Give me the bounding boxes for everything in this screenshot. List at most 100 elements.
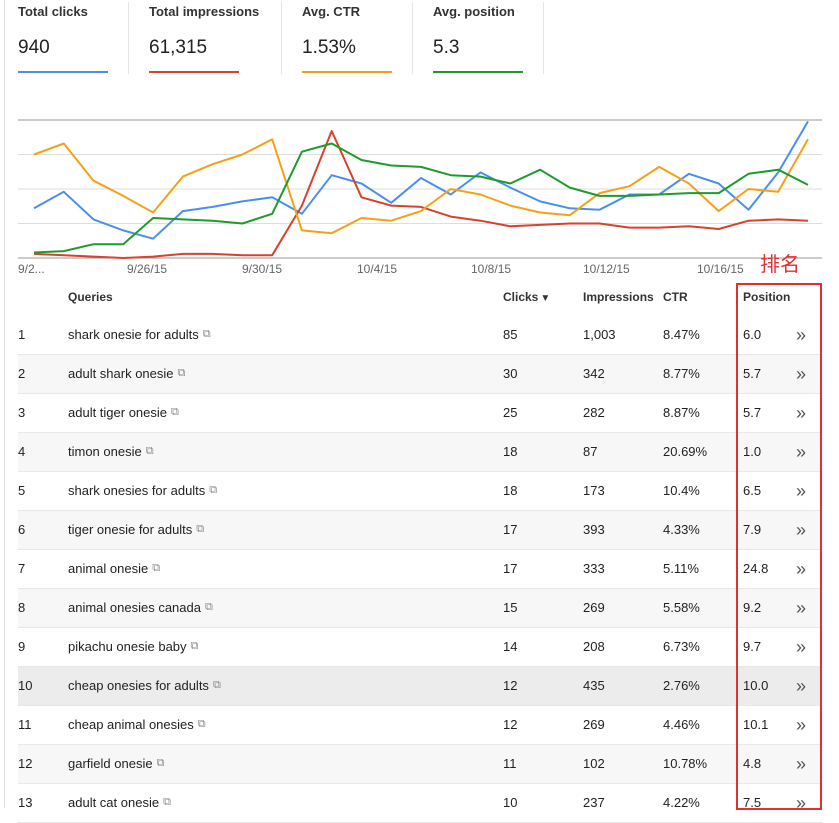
query-link-text: pikachu onesie baby: [68, 639, 187, 654]
query-link-text: cheap animal onesies: [68, 717, 194, 732]
impressions-value-text: 173: [583, 483, 605, 498]
clicks-value-text: 18: [503, 483, 518, 498]
query-link[interactable]: cheap animal onesies ⧉: [68, 717, 206, 732]
clicks-value-text: 18: [503, 444, 518, 459]
column-header-impressions[interactable]: Impressions: [583, 290, 654, 304]
query-link[interactable]: animal onesies canada ⧉: [68, 600, 213, 615]
clicks-value: 17: [503, 561, 517, 576]
table-row[interactable]: 13 adult cat onesie ⧉ 10 237 4.22% 7.5»: [18, 784, 822, 823]
metric-value: 61,315: [149, 37, 208, 58]
impressions-value-text: 87: [583, 444, 598, 459]
query-link[interactable]: timon onesie ⧉: [68, 444, 154, 459]
query-link[interactable]: adult tiger onesie ⧉: [68, 405, 179, 420]
annotation-highlight-box: [736, 283, 822, 810]
impressions-value-text: 1,003: [583, 327, 616, 342]
x-tick-label: 9/2...: [18, 262, 45, 276]
impressions-value-text: 333: [583, 561, 605, 576]
ctr-value: 20.69%: [663, 444, 707, 459]
query-link[interactable]: tiger onesie for adults ⧉: [68, 522, 204, 537]
row-number-text: 4: [18, 444, 26, 459]
metric-label: Total clicks: [18, 4, 88, 19]
external-link-icon[interactable]: ⧉: [213, 679, 221, 692]
table-row[interactable]: 11 cheap animal onesies ⧉ 12 269 4.46% 10.1»: [18, 706, 822, 745]
clicks-value: 30: [503, 366, 517, 381]
table-row[interactable]: 7 animal onesie ⧉ 17 333 5.11% 24.8»: [18, 550, 822, 589]
clicks-value: 14: [503, 639, 517, 654]
clicks-value: 11: [503, 756, 517, 771]
external-link-icon[interactable]: ⧉: [146, 445, 154, 458]
table-row[interactable]: 5 shark onesies for adults ⧉ 18 173 10.4% 6.5»: [18, 472, 822, 511]
column-header-queries[interactable]: Queries: [68, 290, 113, 304]
query-link-text: garfield onesie: [68, 756, 153, 771]
table-row[interactable]: 3 adult tiger onesie ⧉ 25 282 8.87% 5.7»: [18, 394, 822, 433]
metric-value: 1.53%: [302, 37, 356, 58]
ctr-value-text: 4.46%: [663, 717, 700, 732]
external-link-icon[interactable]: ⧉: [203, 328, 211, 341]
row-number: 9: [18, 639, 25, 654]
query-link[interactable]: adult shark onesie ⧉: [68, 366, 185, 381]
external-link-icon[interactable]: ⧉: [171, 406, 179, 419]
x-tick-label: 10/12/15: [583, 262, 630, 276]
metric-avg-position[interactable]: Avg. position 5.3: [433, 0, 523, 74]
external-link-icon[interactable]: ⧉: [198, 718, 206, 731]
metric-value: 940: [18, 37, 50, 58]
row-number-text: 6: [18, 522, 26, 537]
row-number-text: 1: [18, 327, 26, 342]
performance-chart: 9/2... 9/26/15 9/30/15 10/4/15 10/8/15 1…: [0, 112, 839, 280]
metric-label: Total impressions: [149, 4, 260, 19]
impressions-value-text: 102: [583, 756, 605, 771]
external-link-icon[interactable]: ⧉: [205, 601, 213, 614]
table-row[interactable]: 9 pikachu onesie baby ⧉ 14 208 6.73% 9.7»: [18, 628, 822, 667]
query-link[interactable]: shark onesies for adults ⧉: [68, 483, 217, 498]
query-link-text: adult tiger onesie: [68, 405, 168, 420]
impressions-value-text: 342: [583, 366, 605, 381]
impressions-value: 269: [583, 600, 605, 615]
metric-total-clicks[interactable]: Total clicks 940: [18, 0, 108, 74]
query-link[interactable]: garfield onesie ⧉: [68, 756, 164, 771]
clicks-value: 12: [503, 717, 517, 732]
impressions-value: 87: [583, 444, 597, 459]
external-link-icon[interactable]: ⧉: [209, 484, 217, 497]
row-number: 12: [18, 756, 32, 771]
row-number: 11: [18, 717, 32, 732]
impressions-value: 1,003: [583, 327, 616, 342]
external-link-icon[interactable]: ⧉: [196, 523, 204, 536]
row-number-text: 10: [18, 678, 33, 693]
table-row[interactable]: 6 tiger onesie for adults ⧉ 17 393 4.33% 7.9»: [18, 511, 822, 550]
ctr-value-text: 8.77%: [663, 366, 700, 381]
query-link-text: shark onesies for adults: [68, 483, 206, 498]
ctr-value: 5.58%: [663, 600, 700, 615]
external-link-icon[interactable]: ⧉: [152, 562, 160, 575]
ctr-value: 10.78%: [663, 756, 707, 771]
query-link[interactable]: animal onesie ⧉: [68, 561, 160, 576]
query-link[interactable]: shark onesie for adults ⧉: [68, 327, 211, 342]
series-line-avg-position: [33, 142, 809, 254]
annotation-label: 排名: [760, 252, 800, 276]
table-row[interactable]: 10 cheap onesies for adults ⧉ 12 435 2.76% 10.…: [18, 667, 822, 706]
column-header-ctr[interactable]: CTR: [663, 290, 688, 304]
table-row[interactable]: 8 animal onesies canada ⧉ 15 269 5.58% 9.2»: [18, 589, 822, 628]
metric-avg-ctr[interactable]: Avg. CTR 1.53%: [302, 0, 392, 74]
row-number-text: 2: [18, 366, 26, 381]
impressions-value-text: 208: [583, 639, 605, 654]
table-row[interactable]: 4 timon onesie ⧉ 18 87 20.69% 1.0»: [18, 433, 822, 472]
ctr-value: 5.11%: [663, 561, 699, 576]
table-row[interactable]: 12 garfield onesie ⧉ 11 102 10.78% 4.8»: [18, 745, 822, 784]
x-tick-label: 9/26/15: [127, 262, 168, 276]
ctr-value: 8.77%: [663, 366, 700, 381]
query-link[interactable]: cheap onesies for adults ⧉: [68, 678, 221, 693]
external-link-icon[interactable]: ⧉: [191, 640, 199, 653]
table-row[interactable]: 2 adult shark onesie ⧉ 30 342 8.77% 5.7»: [18, 355, 822, 394]
x-tick-label: 10/16/15: [697, 262, 744, 276]
metric-color-line: [302, 71, 392, 73]
external-link-icon[interactable]: ⧉: [157, 757, 165, 770]
row-number: 3: [18, 405, 25, 420]
metric-total-impressions[interactable]: Total impressions 61,315: [149, 0, 259, 74]
column-header-clicks[interactable]: Clicks ▼: [503, 290, 550, 304]
external-link-icon[interactable]: ⧉: [178, 367, 186, 380]
ctr-value-text: 10.78%: [663, 756, 708, 771]
external-link-icon[interactable]: ⧉: [163, 796, 171, 809]
ctr-value-text: 10.4%: [663, 483, 700, 498]
table-row[interactable]: 1 shark onesie for adults ⧉ 85 1,003 8.47% 6.0…: [18, 316, 822, 355]
query-link[interactable]: pikachu onesie baby ⧉: [68, 639, 198, 654]
